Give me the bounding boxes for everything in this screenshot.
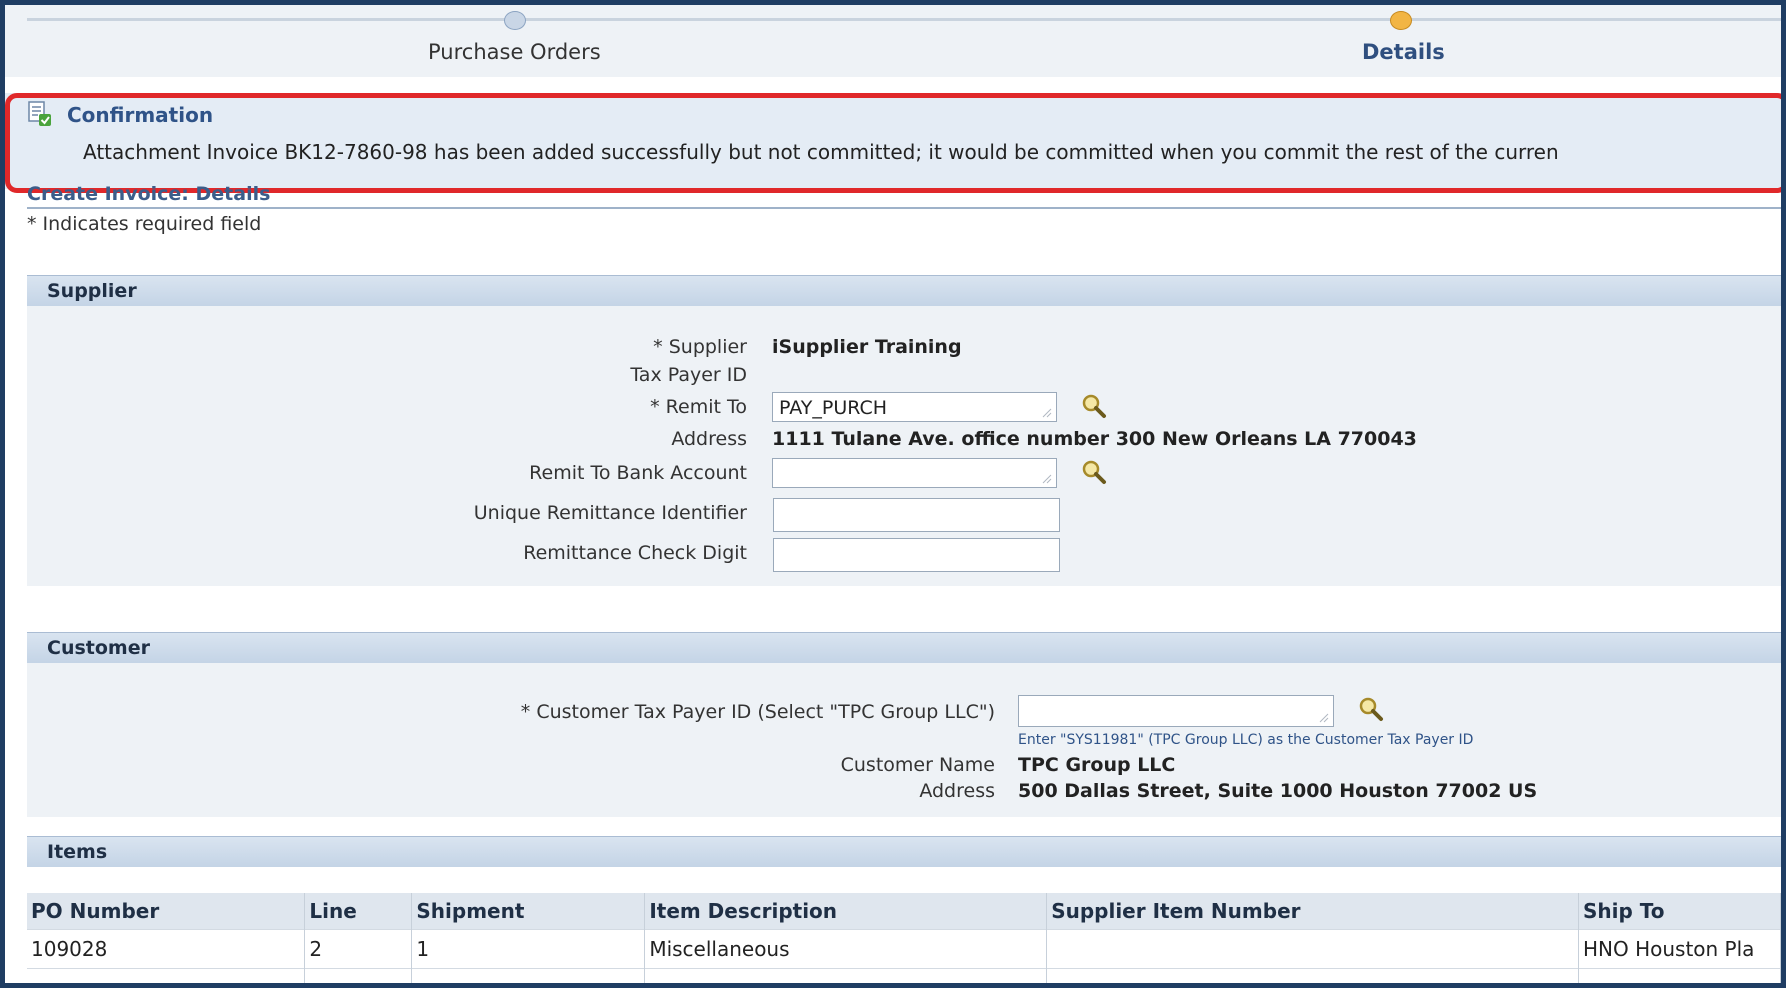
bank-account-search-icon[interactable] (1079, 458, 1109, 488)
train-step-details-dot (1390, 11, 1412, 30)
items-section-header: Items (27, 836, 1781, 867)
unique-remittance-label: Unique Remittance Identifier (473, 502, 747, 524)
supplier-label: * Supplier (653, 336, 747, 358)
resize-grip-icon (1319, 713, 1329, 723)
cell-supplier-item-number (1046, 929, 1579, 969)
items-table: PO Number Line Shipment Item Description… (27, 893, 1781, 983)
page-title: Create Invoice: Details (27, 183, 271, 205)
customer-name-label: Customer Name (840, 754, 995, 776)
resize-grip-icon (1042, 408, 1052, 418)
remit-to-search-icon[interactable] (1079, 392, 1109, 422)
customer-section-title: Customer (47, 637, 150, 659)
column-header-shipment[interactable]: Shipment (411, 893, 646, 930)
table-row: 109028 2 1 Miscellaneous HNO Houston Pla (27, 929, 1781, 969)
supplier-section-title: Supplier (47, 280, 137, 302)
train-step-purchase-orders[interactable]: Purchase Orders (428, 40, 601, 64)
remit-to-value: PAY_PURCH (779, 397, 888, 419)
highlight-outline (5, 93, 1781, 193)
customer-section-header: Customer (27, 632, 1781, 663)
cell-shipment: 1 (411, 929, 646, 969)
train-step-details: Details (1362, 40, 1445, 64)
cell-ship-to: HNO Houston Pla (1578, 929, 1781, 969)
customer-taxpayer-search-icon[interactable] (1356, 695, 1386, 725)
required-field-note: * Indicates required field (27, 213, 262, 235)
empty-cell (411, 968, 646, 983)
app-frame: Purchase Orders Details Confirmation Att… (0, 0, 1786, 988)
title-divider (27, 207, 1781, 209)
column-header-supplier-item-number[interactable]: Supplier Item Number (1046, 893, 1579, 930)
taxpayer-id-label: Tax Payer ID (630, 364, 747, 386)
remit-bank-account-label: Remit To Bank Account (529, 462, 747, 484)
column-header-item-description[interactable]: Item Description (644, 893, 1048, 930)
empty-cell (304, 968, 413, 983)
resize-grip-icon (1042, 474, 1052, 484)
column-header-ship-to[interactable]: Ship To (1578, 893, 1781, 930)
remittance-check-digit-label: Remittance Check Digit (523, 542, 747, 564)
unique-remittance-input[interactable] (773, 498, 1060, 532)
table-row (27, 968, 1781, 983)
empty-cell (1578, 968, 1781, 983)
remit-to-label: * Remit To (650, 396, 747, 418)
process-train: Purchase Orders Details (5, 5, 1781, 77)
supplier-value: iSupplier Training (772, 336, 962, 358)
address-value: 1111 Tulane Ave. office number 300 New O… (772, 428, 1417, 450)
customer-name-value: TPC Group LLC (1018, 754, 1176, 776)
empty-cell (27, 968, 306, 983)
customer-taxpayer-hint: Enter "SYS11981" (TPC Group LLC) as the … (1018, 732, 1474, 748)
customer-taxpayer-label: * Customer Tax Payer ID (Select "TPC Gro… (520, 701, 995, 723)
train-step-purchase-orders-dot[interactable] (504, 11, 526, 30)
cell-item-description: Miscellaneous (644, 929, 1048, 969)
remittance-check-digit-input[interactable] (773, 538, 1060, 572)
supplier-section-header: Supplier (27, 275, 1781, 306)
table-header-row: PO Number Line Shipment Item Description… (27, 893, 1781, 930)
customer-address-label: Address (919, 780, 995, 802)
cell-po-number: 109028 (27, 929, 306, 969)
remit-bank-account-input[interactable] (772, 458, 1057, 488)
customer-taxpayer-input[interactable] (1018, 695, 1334, 727)
column-header-po-number[interactable]: PO Number (27, 893, 306, 930)
column-header-line[interactable]: Line (304, 893, 413, 930)
items-section-title: Items (47, 841, 108, 863)
cell-line: 2 (304, 929, 413, 969)
empty-cell (1046, 968, 1579, 983)
remit-to-input[interactable]: PAY_PURCH (772, 392, 1057, 422)
customer-address-value: 500 Dallas Street, Suite 1000 Houston 77… (1018, 780, 1538, 802)
empty-cell (644, 968, 1048, 983)
train-track (27, 18, 1781, 21)
address-label: Address (671, 428, 747, 450)
